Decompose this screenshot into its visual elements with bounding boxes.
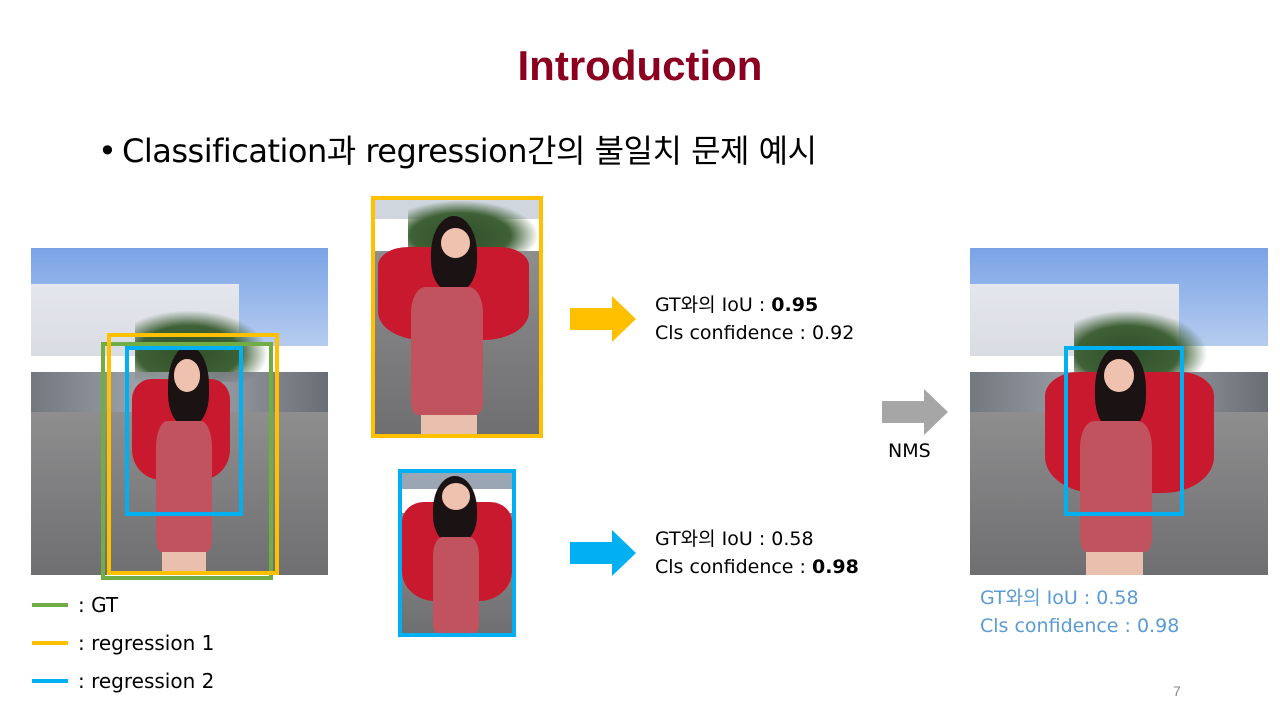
arrow-right-icon <box>570 296 636 342</box>
result-iou: GT와의 IoU : 0.58 <box>980 587 1139 609</box>
nms-label: NMS <box>888 440 931 462</box>
legend-item-gt: : GT <box>32 590 118 620</box>
bullet-point: • Classification과 regression간의 불일치 문제 예시 <box>98 126 817 172</box>
candidate-2-iou: GT와의 IoU : 0.58 <box>655 528 814 550</box>
legend-label: : GT <box>78 593 119 617</box>
confidence-value: 0.98 <box>811 556 859 578</box>
slide-title: Introduction <box>517 42 763 89</box>
arrow-right-icon <box>570 530 636 576</box>
result-box <box>1064 346 1184 516</box>
candidate-1-iou: GT와의 IoU : 0.95 <box>655 294 819 316</box>
candidate-1-confidence: Cls confidence : 0.92 <box>655 322 855 344</box>
nms-arrow-icon <box>882 389 948 435</box>
crop-regression-2 <box>398 469 516 637</box>
regression-2-box <box>125 346 243 516</box>
iou-value: 0.58 <box>771 528 814 550</box>
candidate-2-confidence: Cls confidence : 0.98 <box>655 556 859 578</box>
legend-item-regression-2: : regression 2 <box>32 666 214 696</box>
gt-line-icon <box>32 603 68 607</box>
candidate-1-info: GT와의 IoU : 0.95 Cls confidence : 0.92 <box>655 291 854 347</box>
bullet-text: Classification과 regression간의 불일치 문제 예시 <box>122 132 817 170</box>
iou-value: 0.95 <box>771 294 819 316</box>
result-confidence: Cls confidence : 0.98 <box>980 615 1180 637</box>
bullet-icon: • <box>98 132 117 170</box>
legend-item-regression-1: : regression 1 <box>32 628 214 658</box>
regression-1-line-icon <box>32 641 68 645</box>
legend-label: : regression 2 <box>78 669 215 693</box>
result-info: GT와의 IoU : 0.58 Cls confidence : 0.98 <box>980 584 1179 640</box>
page-number: 7 <box>1173 683 1181 699</box>
candidate-2-info: GT와의 IoU : 0.58 Cls confidence : 0.98 <box>655 525 859 581</box>
regression-2-line-icon <box>32 679 68 683</box>
legend-label: : regression 1 <box>78 631 215 655</box>
confidence-value: 0.92 <box>811 322 855 344</box>
crop-regression-1 <box>371 196 543 438</box>
